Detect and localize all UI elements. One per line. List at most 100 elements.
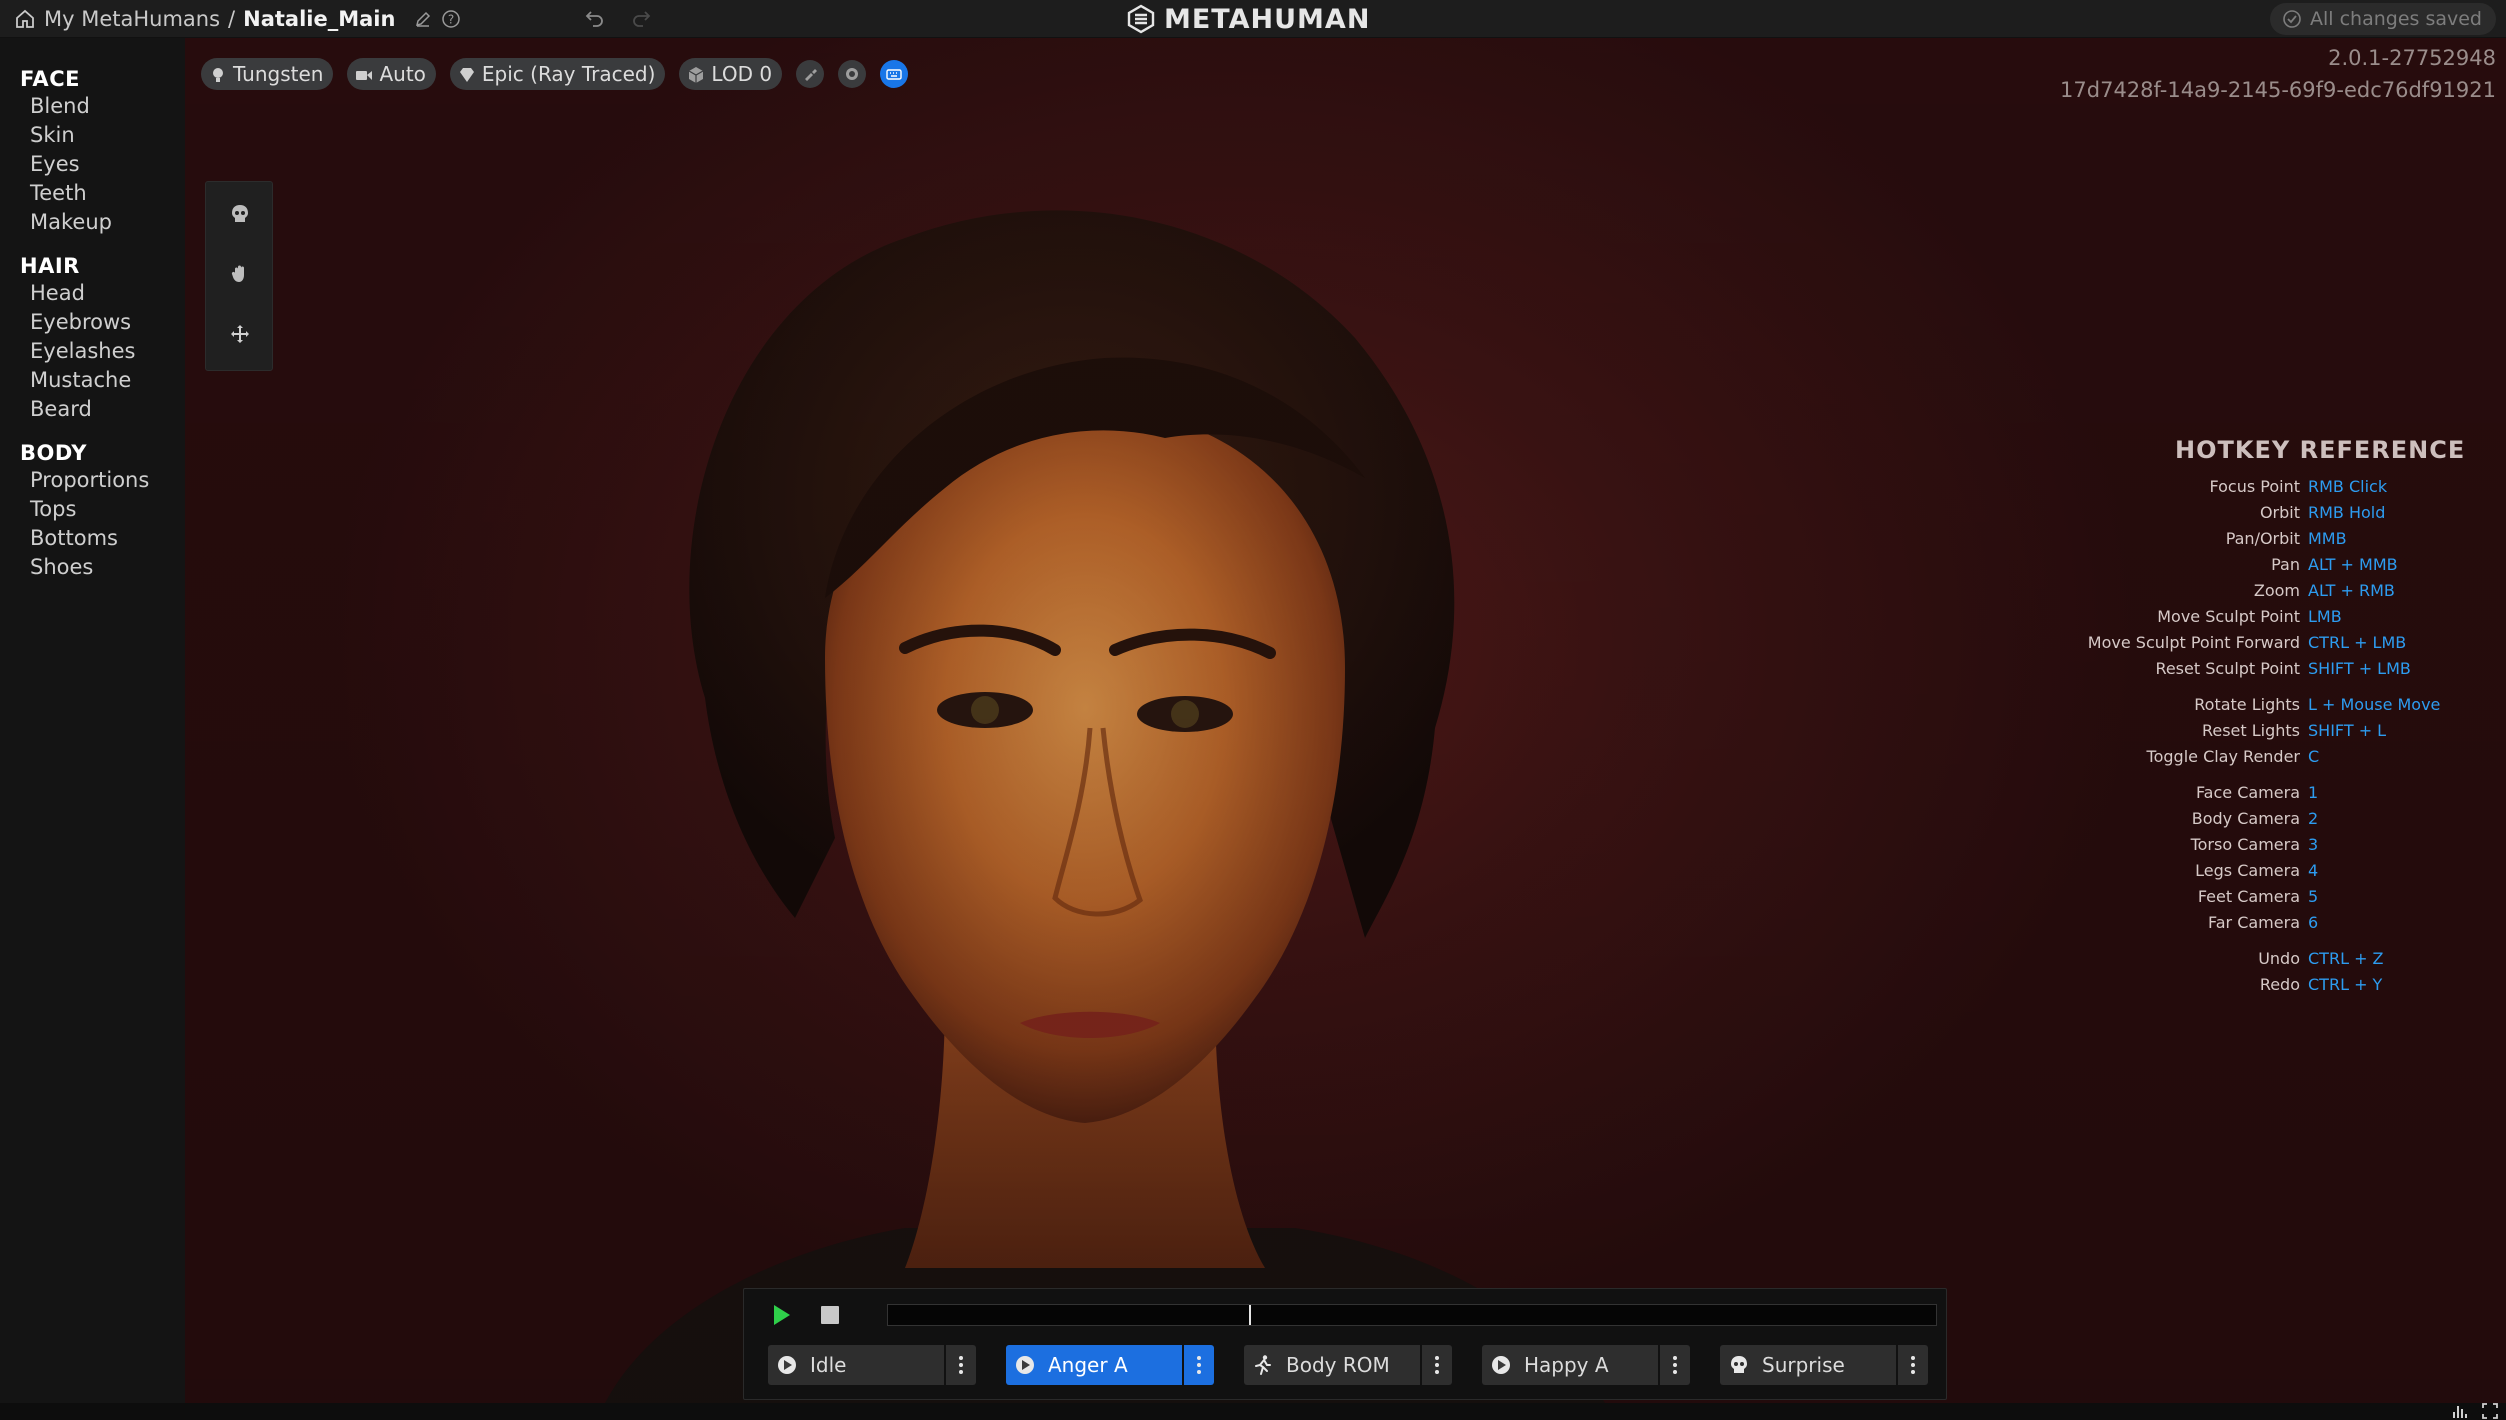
animation-preset-button[interactable]: Body ROM — [1244, 1345, 1420, 1385]
hotkey-row: Zoom ALT + RMB — [2065, 578, 2485, 604]
sidebar-section-face: FACE Blend Skin Eyes Teeth Makeup — [0, 66, 185, 237]
hotkey-binding: L + Mouse Move — [2308, 695, 2441, 714]
camera-mode-button[interactable]: Auto — [347, 58, 436, 90]
status-strip — [0, 1403, 2506, 1420]
timeline-playhead[interactable] — [1248, 1305, 1251, 1325]
rename-pencil-icon[interactable] — [413, 9, 433, 29]
sidebar-item-makeup[interactable]: Makeup — [20, 208, 185, 237]
lod-label: LOD 0 — [711, 62, 773, 86]
character-id: 17d7428f-14a9-2145-69f9-edc76df91921 — [2060, 78, 2496, 102]
sculpt-mode-button[interactable] — [796, 60, 825, 88]
stats-icon[interactable] — [2452, 1403, 2468, 1419]
animation-preset-button[interactable]: Anger A — [1006, 1345, 1182, 1385]
sidebar-item-beard[interactable]: Beard — [20, 395, 185, 424]
hotkey-row: Pan ALT + MMB — [2065, 552, 2485, 578]
hotkey-row: Rotate Lights L + Mouse Move — [2065, 692, 2485, 718]
category-sidebar: FACE Blend Skin Eyes Teeth Makeup HAIR Head Eyeb… — [0, 38, 185, 1403]
metahuman-logo-icon — [1127, 4, 1155, 34]
animation-preset-idle: Idle — [768, 1345, 976, 1385]
lod-button[interactable]: LOD 0 — [679, 58, 783, 90]
timeline-track[interactable] — [887, 1304, 1937, 1326]
animation-preset-label: Body ROM — [1286, 1353, 1390, 1377]
lighting-preset-label: Tungsten — [233, 62, 324, 86]
save-status-badge: All changes saved — [2270, 3, 2496, 35]
hotkey-action-label: Move Sculpt Point Forward — [2087, 633, 2300, 652]
hotkey-row: Move Sculpt Point Forward CTRL + LMB — [2065, 630, 2485, 656]
hotkey-row: Focus Point RMB Click — [2065, 474, 2485, 500]
render-quality-button[interactable]: Epic (Ray Traced) — [449, 58, 666, 90]
face-view-tool[interactable] — [226, 200, 254, 228]
hotkey-binding: ALT + RMB — [2308, 581, 2395, 600]
hotkey-action-label: Rotate Lights — [2194, 695, 2300, 714]
move-tool[interactable] — [226, 320, 254, 348]
sidebar-item-eyebrows[interactable]: Eyebrows — [20, 308, 185, 337]
lighting-preset-button[interactable]: Tungsten — [201, 58, 334, 90]
more-options-button[interactable] — [1660, 1345, 1690, 1385]
play-circle-icon — [1490, 1354, 1512, 1376]
hotkey-binding: ALT + MMB — [2308, 555, 2398, 574]
hotkey-binding: SHIFT + L — [2308, 721, 2387, 740]
sidebar-item-proportions[interactable]: Proportions — [20, 466, 185, 495]
play-button[interactable] — [772, 1303, 792, 1327]
hotkey-reference-button[interactable] — [880, 60, 909, 88]
grab-tool[interactable] — [226, 260, 254, 288]
undo-icon[interactable] — [584, 6, 606, 28]
hotkey-row: Toggle Clay Render C — [2065, 744, 2485, 770]
build-version: 2.0.1-27752948 — [2328, 46, 2496, 70]
animation-preset-button[interactable]: Surprise — [1720, 1345, 1896, 1385]
hotkey-binding: 1 — [2308, 783, 2319, 802]
hotkey-action-label: Focus Point — [2209, 477, 2300, 496]
sidebar-item-mustache[interactable]: Mustache — [20, 366, 185, 395]
hotkey-row: Feet Camera 5 — [2065, 884, 2485, 910]
fullscreen-icon[interactable] — [2482, 1403, 2498, 1419]
sidebar-item-teeth[interactable]: Teeth — [20, 179, 185, 208]
video-camera-icon — [355, 65, 373, 83]
sidebar-item-shoes[interactable]: Shoes — [20, 553, 185, 582]
hotkey-action-label: Body Camera — [2191, 809, 2300, 828]
hotkey-row: Face Camera 1 — [2065, 780, 2485, 806]
more-options-button[interactable] — [1422, 1345, 1452, 1385]
hotkey-binding: C — [2308, 747, 2320, 766]
hotkey-binding: LMB — [2308, 607, 2342, 626]
brand-title: METAHUMAN — [1164, 3, 1371, 35]
animation-preset-button[interactable]: Idle — [768, 1345, 944, 1385]
skull-icon — [229, 203, 251, 225]
animation-timeline: Idle Anger A Body ROM Happy A Surprise — [743, 1288, 1947, 1400]
help-icon[interactable]: ? — [441, 9, 461, 29]
kebab-menu-icon — [1910, 1355, 1916, 1375]
sidebar-item-eyes[interactable]: Eyes — [20, 150, 185, 179]
diamond-icon — [458, 65, 476, 83]
viewport-toolbar: Tungsten Auto Epic (Ray Traced) LOD 0 — [201, 58, 909, 90]
sidebar-item-tops[interactable]: Tops — [20, 495, 185, 524]
hotkey-action-label: Zoom — [2253, 581, 2300, 600]
view-tools-panel — [205, 181, 273, 371]
animation-preset-button[interactable]: Happy A — [1482, 1345, 1658, 1385]
sidebar-item-bottoms[interactable]: Bottoms — [20, 524, 185, 553]
more-options-button[interactable] — [1898, 1345, 1928, 1385]
sidebar-item-eyelashes[interactable]: Eyelashes — [20, 337, 185, 366]
more-options-button[interactable] — [946, 1345, 976, 1385]
redo-icon[interactable] — [630, 6, 652, 28]
hotkey-row: Far Camera 6 — [2065, 910, 2485, 936]
sidebar-item-skin[interactable]: Skin — [20, 121, 185, 150]
hotkey-action-label: Pan — [2271, 555, 2300, 574]
hotkey-row: Reset Sculpt Point SHIFT + LMB — [2065, 656, 2485, 682]
hotkey-action-label: Undo — [2258, 949, 2300, 968]
breadcrumb-root-link[interactable]: My MetaHumans — [44, 7, 220, 31]
home-icon[interactable] — [14, 8, 36, 30]
hotkey-binding: 5 — [2308, 887, 2319, 906]
hotkey-action-label: Far Camera — [2208, 913, 2300, 932]
viewport[interactable]: Tungsten Auto Epic (Ray Traced) LOD 0 2.… — [185, 38, 2506, 1403]
face-icon — [1728, 1354, 1750, 1376]
hotkey-binding: 3 — [2308, 835, 2319, 854]
more-options-button[interactable] — [1184, 1345, 1214, 1385]
sidebar-item-head[interactable]: Head — [20, 279, 185, 308]
sidebar-section-title: FACE — [20, 67, 80, 91]
cube-icon — [687, 65, 705, 83]
clay-render-button[interactable] — [838, 60, 867, 88]
lightbulb-icon — [209, 65, 227, 83]
hotkey-binding: CTRL + Z — [2308, 949, 2384, 968]
hotkey-row: Body Camera 2 — [2065, 806, 2485, 832]
sidebar-item-blend[interactable]: Blend — [20, 92, 185, 121]
stop-button[interactable] — [821, 1306, 839, 1324]
